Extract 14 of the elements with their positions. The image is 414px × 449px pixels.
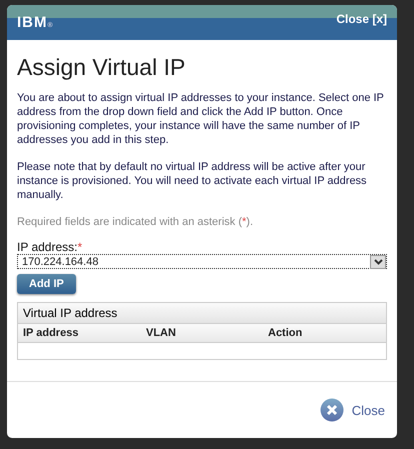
column-header: VLAN [146, 327, 177, 339]
close-link[interactable]: Close [x] [336, 12, 387, 26]
instructions-text: You are about to assign virtual IP addresses to your instance. Select one IP address from the drop down field and click the Add IP button. Once provisioning completes, your instance will have the same number of IP addresses you add in this step. [17, 91, 385, 147]
instructions-text: Please note that by default no virtual IP address will be active after your instance is provisioned. You will need to activate each virtual IP address manually. [17, 160, 368, 202]
field-label: IP address:* [17, 240, 84, 254]
column-header: Action [268, 327, 304, 339]
close-button[interactable]: Close [320, 398, 385, 422]
dialog-title: Assign Virtual IP [17, 54, 186, 81]
add-ip-button[interactable]: Add IP [17, 274, 76, 294]
required-note: Required fields are indicated with an asterisk (*). [17, 215, 254, 229]
close-icon [320, 398, 344, 422]
table-title: Virtual IP address [18, 303, 386, 324]
column-header: IP address [23, 327, 80, 339]
ip-address-dropdown[interactable]: 170.224.164.48 [17, 254, 387, 269]
